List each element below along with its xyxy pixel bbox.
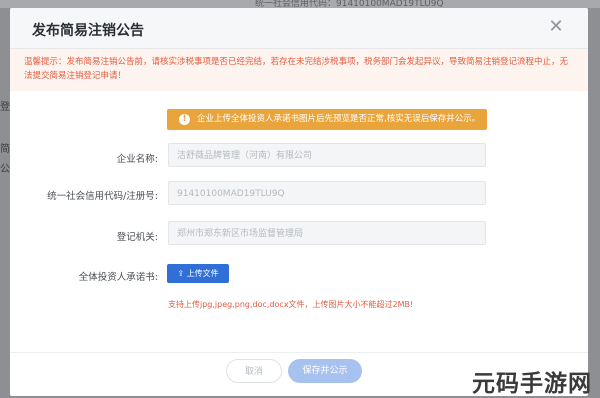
tip-notice: 温馨提示：发布简易注销公告前，请核实涉税事项是否已经完结，若存在未完结涉税事项，… — [10, 49, 588, 91]
close-icon[interactable]: ✕ — [546, 17, 566, 37]
tip-notice-text: 温馨提示：发布简易注销公告前，请核实涉税事项是否已经完结，若存在未完结涉税事项，… — [24, 57, 569, 81]
upload-icon: ⇪ — [177, 269, 187, 278]
background-credit-code-text: 统一社会信用代码：91410100MAD19TLU9Q — [255, 0, 444, 9]
upload-file-button[interactable]: ⇪ 上传文件 — [167, 264, 229, 283]
dialog-header: 发布简易注销公告 ✕ — [10, 8, 588, 49]
footer-divider — [10, 352, 588, 353]
background-left-text: 公 — [0, 164, 10, 175]
upload-hint-text: 支持上传jpg,jpeg,png,doc,docx文件，上传图片大小不能超过2M… — [168, 300, 414, 309]
background-left-text: 简 — [0, 144, 10, 155]
upload-warning-text: 企业上传全体投资人承诺书图片后先预览是否正常,核实无误后保存并公示。 — [197, 114, 481, 124]
upload-button-label: 上传文件 — [186, 269, 219, 278]
cancel-button[interactable]: 取消 — [226, 359, 282, 383]
save-and-publish-button[interactable]: 保存并公示 — [288, 359, 362, 383]
credit-code-label: 统一社会信用代码/注册号: — [47, 191, 158, 202]
publish-deregistration-dialog: 发布简易注销公告 ✕ 温馨提示：发布简易注销公告前，请核实涉税事项是否已经完结，… — [10, 8, 588, 396]
site-watermark: 元码手游网 — [472, 371, 592, 397]
background-header-strip: 统一社会信用代码：91410100MAD19TLU9Q — [0, 0, 600, 9]
dialog-title: 发布简易注销公告 — [32, 23, 144, 39]
registration-authority-label: 登记机关: — [116, 232, 158, 243]
company-name-field: 洁舒薇品牌管理（河南）有限公司 — [168, 143, 486, 167]
credit-code-field: 91410100MAD19TLU9Q — [168, 181, 486, 205]
commitment-letter-label: 全体投资人承诺书: — [78, 272, 158, 283]
warning-icon: ! — [179, 114, 190, 125]
background-left-text: 登 — [0, 102, 10, 113]
upload-warning-banner: ! 企业上传全体投资人承诺书图片后先预览是否正常,核实无误后保存并公示。 — [167, 109, 487, 130]
company-name-label: 企业名称: — [116, 154, 158, 165]
registration-authority-field: 郑州市郑东新区市场监督管理局 — [168, 221, 486, 245]
